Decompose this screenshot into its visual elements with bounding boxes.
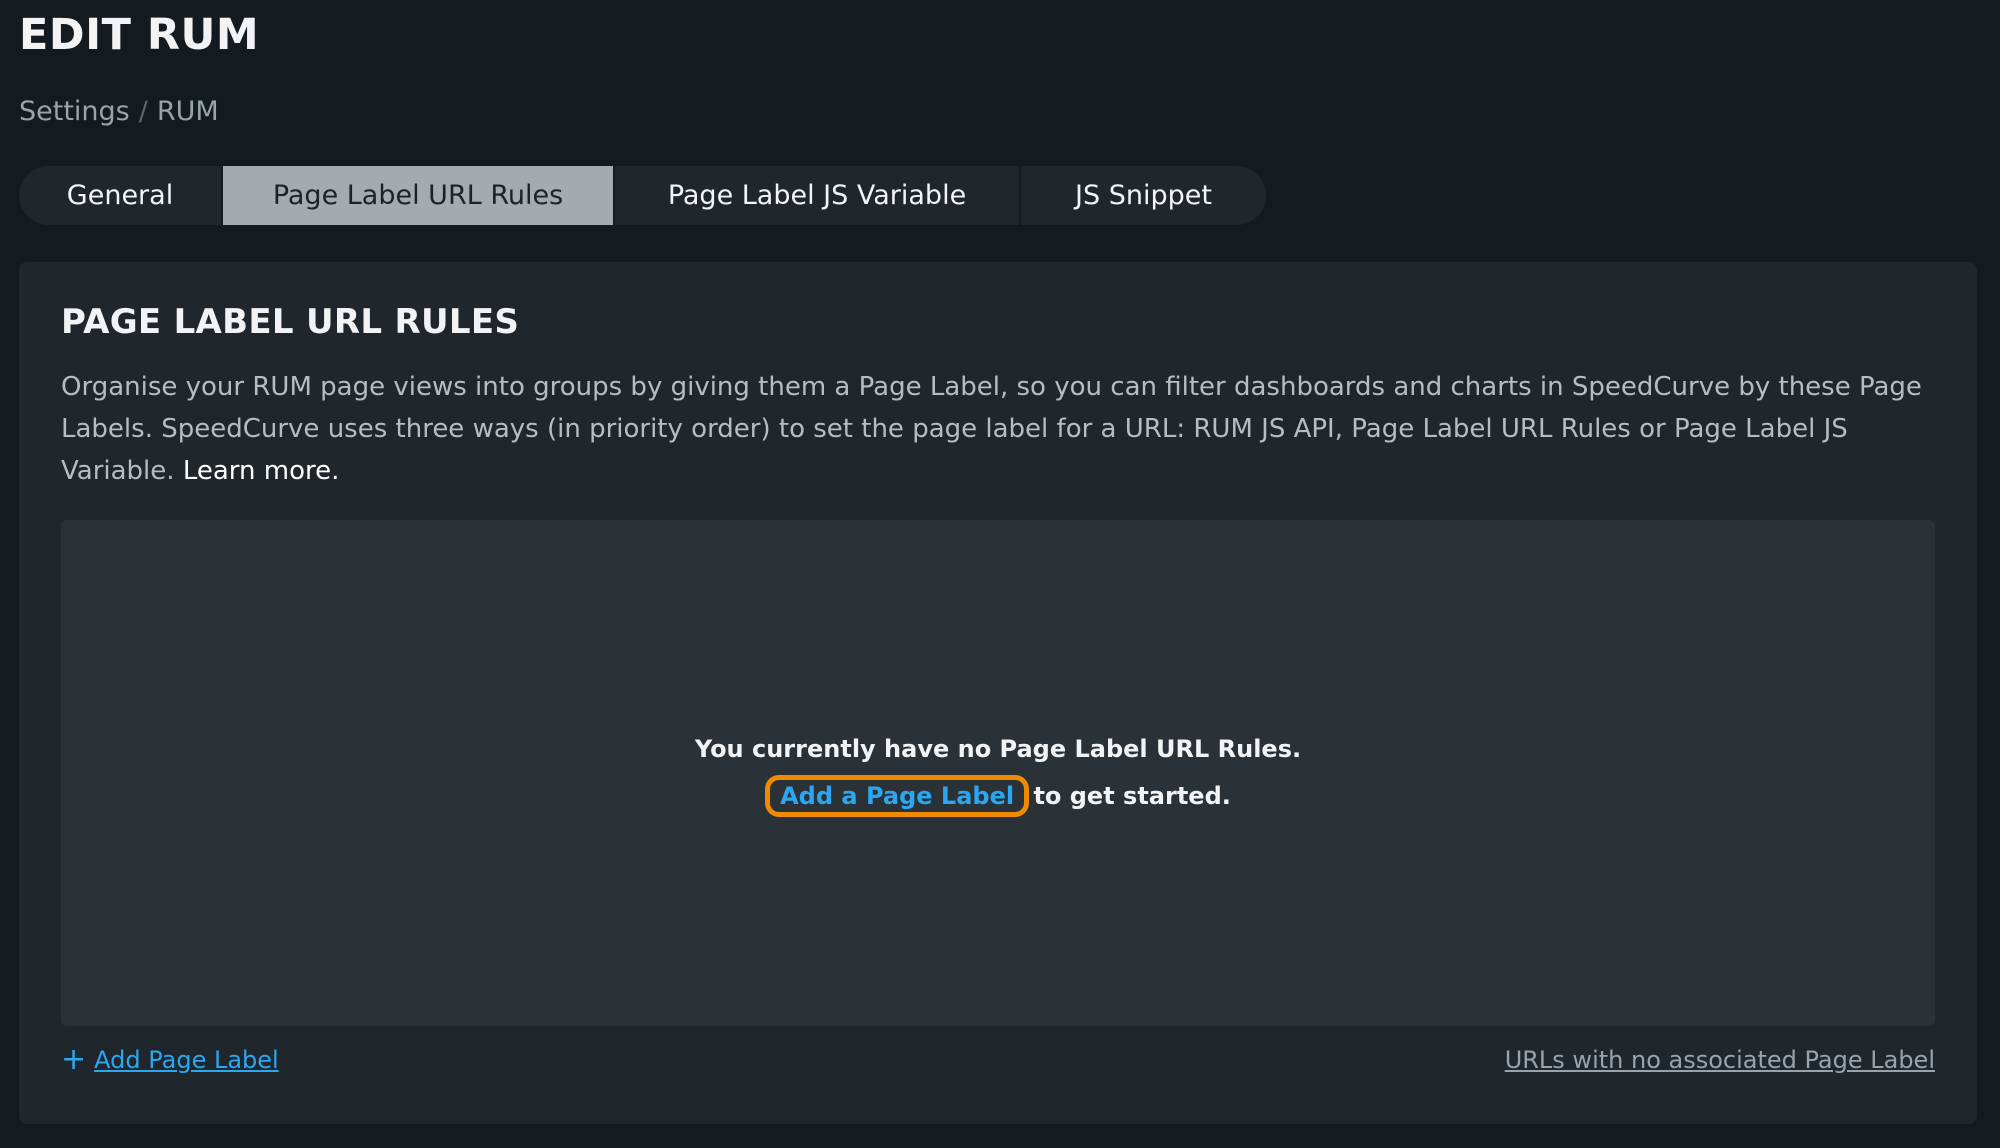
breadcrumb-current: RUM xyxy=(156,96,219,127)
breadcrumb-settings-link[interactable]: Settings xyxy=(19,96,130,127)
empty-state-cta: Add a Page Label to get started. xyxy=(61,775,1935,817)
breadcrumb: Settings / RUM xyxy=(19,96,219,127)
section-description: Organise your RUM page views into groups… xyxy=(61,366,1941,492)
add-page-label-button[interactable]: + Add Page Label xyxy=(61,1042,279,1077)
plus-icon: + xyxy=(61,1042,87,1077)
add-page-label-text: Add Page Label xyxy=(94,1046,279,1074)
section-title: PAGE LABEL URL RULES xyxy=(61,302,520,342)
empty-state-message: You currently have no Page Label URL Rul… xyxy=(694,735,1302,763)
empty-state-box: You currently have no Page Label URL Rul… xyxy=(61,520,1935,1026)
page-title: EDIT RUM xyxy=(19,10,260,60)
url-rules-panel: PAGE LABEL URL RULES Organise your RUM p… xyxy=(19,262,1977,1124)
urls-no-page-label-link[interactable]: URLs with no associated Page Label xyxy=(1505,1046,1935,1074)
empty-state-suffix: to get started. xyxy=(1033,782,1231,810)
tab-page-label-url-rules[interactable]: Page Label URL Rules xyxy=(223,166,615,225)
tab-js-snippet[interactable]: JS Snippet xyxy=(1021,166,1266,225)
description-text: Organise your RUM page views into groups… xyxy=(61,372,1922,486)
highlight-ring: Add a Page Label xyxy=(765,775,1030,817)
add-a-page-label-link[interactable]: Add a Page Label xyxy=(780,782,1014,810)
learn-more-link[interactable]: Learn more. xyxy=(183,456,340,486)
tab-bar: General Page Label URL Rules Page Label … xyxy=(19,166,1266,225)
breadcrumb-separator: / xyxy=(138,96,148,127)
tab-page-label-js-variable[interactable]: Page Label JS Variable xyxy=(615,166,1021,225)
tab-general[interactable]: General xyxy=(19,166,223,225)
